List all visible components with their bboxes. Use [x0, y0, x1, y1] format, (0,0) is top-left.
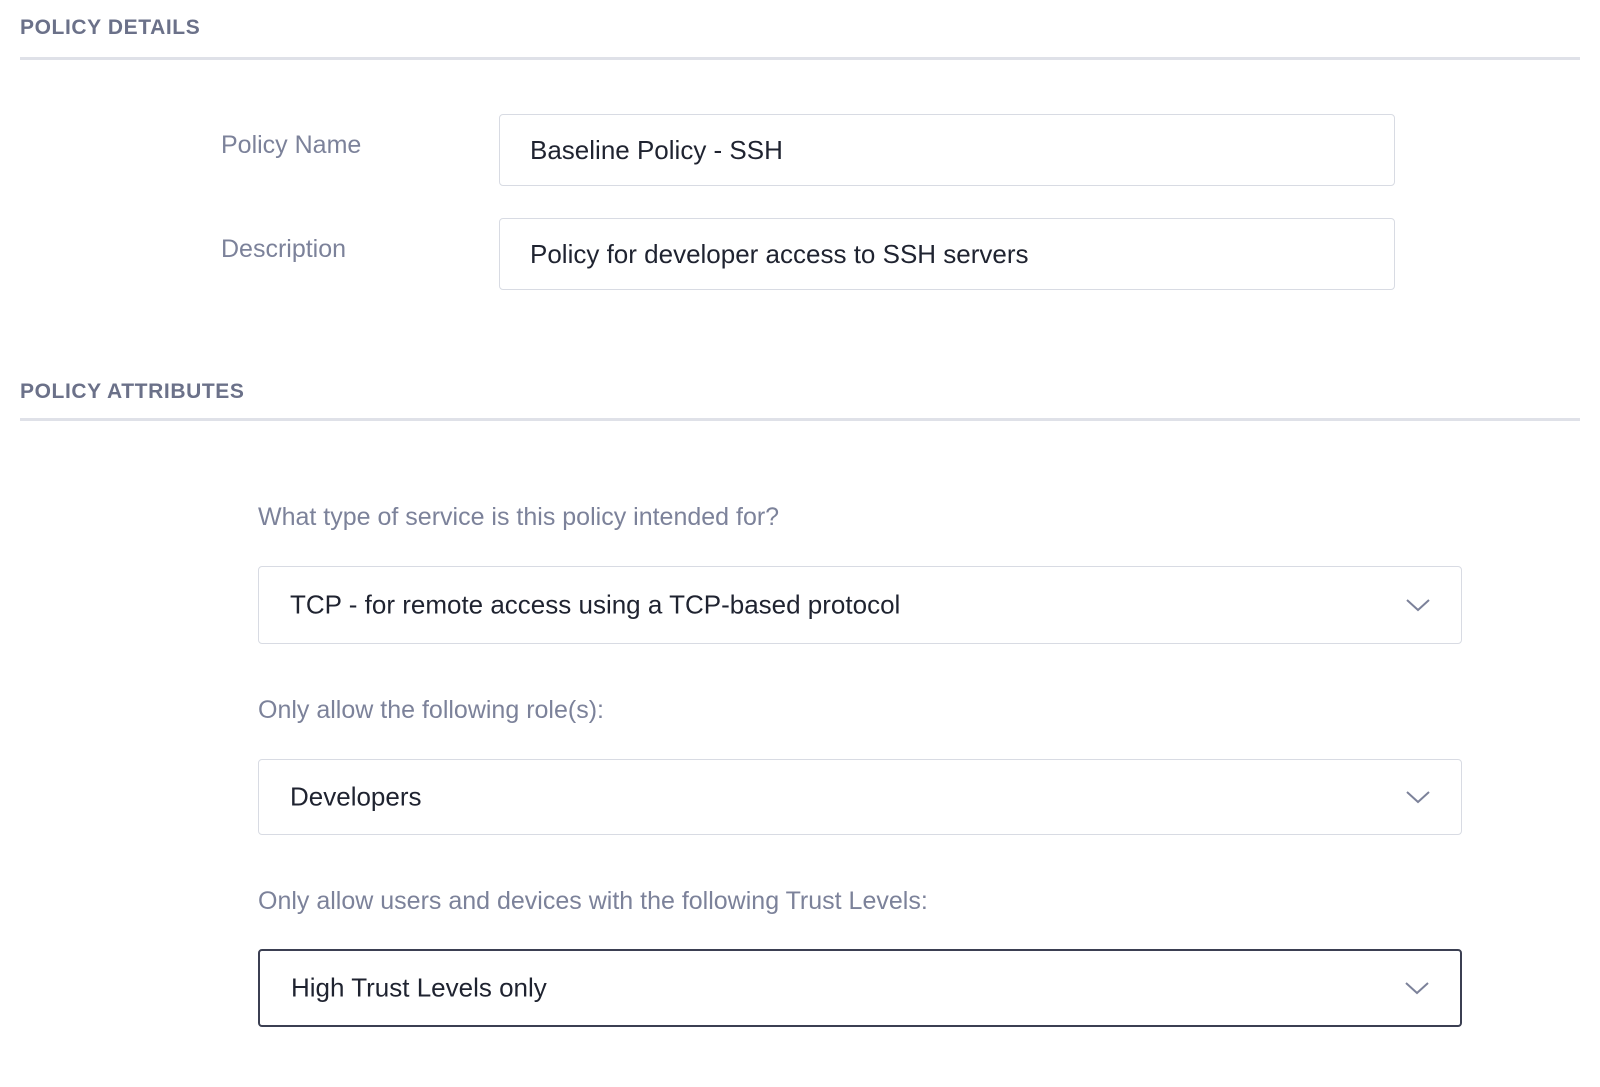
trust-levels-question: Only allow users and devices with the fo…: [258, 887, 928, 915]
policy-attributes-divider: [20, 418, 1580, 421]
trust-levels-select[interactable]: High Trust Levels only: [258, 949, 1462, 1027]
service-type-value: TCP - for remote access using a TCP-base…: [290, 589, 901, 620]
policy-details-header: POLICY DETAILS: [20, 16, 201, 39]
policy-attributes-header: POLICY ATTRIBUTES: [20, 380, 245, 403]
roles-question: Only allow the following role(s):: [258, 696, 604, 724]
policy-details-divider: [20, 57, 1580, 60]
description-label: Description: [221, 235, 347, 263]
policy-name-input[interactable]: [499, 114, 1395, 186]
policy-name-label: Policy Name: [221, 131, 362, 159]
description-input[interactable]: [499, 218, 1395, 290]
roles-select[interactable]: Developers: [258, 759, 1462, 835]
trust-levels-value: High Trust Levels only: [291, 972, 547, 1003]
service-type-select[interactable]: TCP - for remote access using a TCP-base…: [258, 566, 1462, 644]
service-type-question: What type of service is this policy inte…: [258, 503, 780, 531]
chevron-down-icon: [1406, 791, 1430, 804]
chevron-down-icon: [1406, 599, 1430, 612]
roles-value: Developers: [290, 781, 422, 812]
chevron-down-icon: [1405, 982, 1429, 995]
